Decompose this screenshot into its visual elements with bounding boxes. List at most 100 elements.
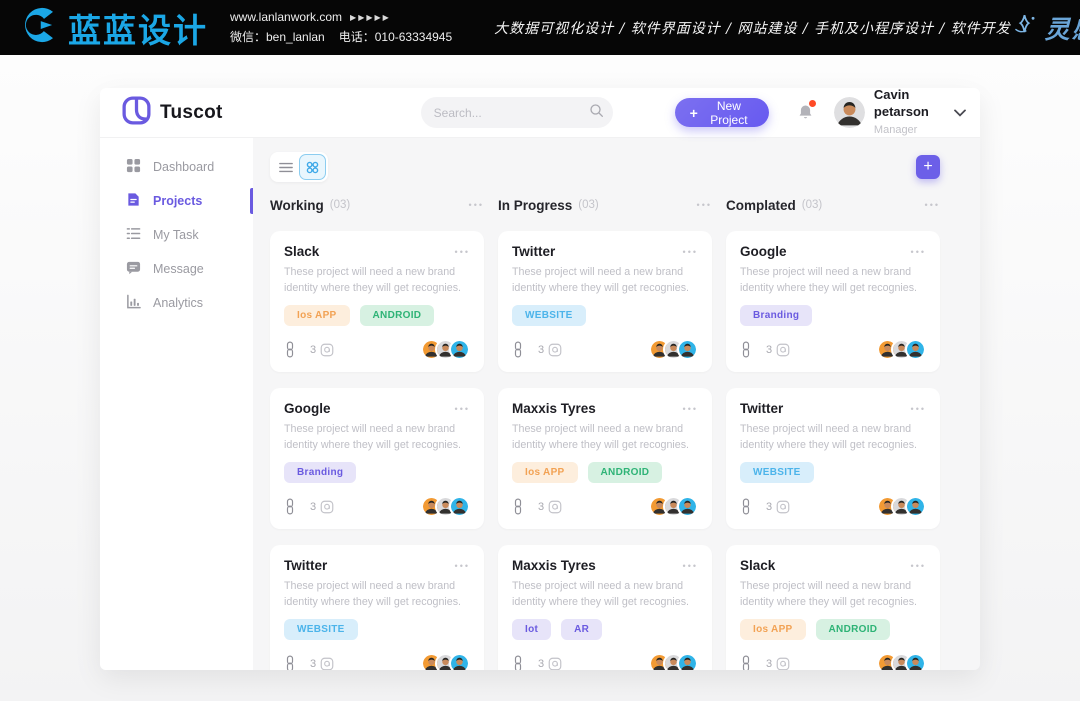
project-tag: WEBSITE xyxy=(512,305,586,326)
comments-icon xyxy=(320,657,334,670)
sidebar-item-label: Projects xyxy=(153,194,202,208)
project-tag: WEBSITE xyxy=(740,462,814,483)
column-menu-icon[interactable]: ••• xyxy=(469,200,484,210)
view-toggle xyxy=(270,152,328,182)
project-card[interactable]: Maxxis Tyres•••These project will need a… xyxy=(498,545,712,670)
user-name: Cavin petarson xyxy=(874,88,943,120)
project-tag: Ios APP xyxy=(740,619,806,640)
avatar-group xyxy=(649,339,698,360)
attachment-count: 3 xyxy=(766,658,772,670)
card-menu-icon[interactable]: ••• xyxy=(455,561,470,571)
link-icon xyxy=(512,498,524,515)
avatar-group xyxy=(649,653,698,670)
card-menu-icon[interactable]: ••• xyxy=(911,404,926,414)
attachment-count: 3 xyxy=(538,344,544,356)
project-tag: WEBSITE xyxy=(284,619,358,640)
project-card[interactable]: Twitter•••These project will need a new … xyxy=(726,388,940,529)
project-tag: Ios APP xyxy=(284,305,350,326)
search-icon xyxy=(589,103,604,123)
card-description: These project will need a new brand iden… xyxy=(740,421,922,453)
member-avatar xyxy=(449,653,470,670)
grid-view-button[interactable] xyxy=(299,154,326,180)
card-title: Slack xyxy=(740,558,775,573)
card-title: Maxxis Tyres xyxy=(512,401,596,416)
attachment-count: 3 xyxy=(538,658,544,670)
project-tag: ANDROID xyxy=(360,305,435,326)
banner-phone: 电话：010-63334945 xyxy=(339,30,452,44)
comments-icon xyxy=(320,343,334,357)
dashboard-icon xyxy=(126,158,141,176)
tag-row: Iot AR xyxy=(512,619,698,640)
member-avatar xyxy=(905,496,926,517)
card-description: These project will need a new brand iden… xyxy=(284,264,466,296)
arrows-icon: ▶▶▶▶▶ xyxy=(350,13,391,22)
project-tag: Iot xyxy=(512,619,551,640)
card-menu-icon[interactable]: ••• xyxy=(683,247,698,257)
project-card[interactable]: Twitter•••These project will need a new … xyxy=(270,545,484,670)
card-menu-icon[interactable]: ••• xyxy=(683,561,698,571)
card-footer: 3 xyxy=(740,653,926,670)
project-card[interactable]: Slack ••• These project will need a new br… xyxy=(726,545,940,670)
card-footer: 3 xyxy=(284,496,470,517)
card-menu-icon[interactable]: ••• xyxy=(911,561,926,571)
board-column: Working(03)••• Slack•••These project will… xyxy=(270,195,484,670)
project-tag: AR xyxy=(561,619,602,640)
search-bar[interactable] xyxy=(421,97,613,128)
sidebar-item-message[interactable]: Message xyxy=(100,252,253,286)
card-footer: 3 xyxy=(740,496,926,517)
analytics-icon xyxy=(126,294,141,312)
card-menu-icon[interactable]: ••• xyxy=(455,404,470,414)
notification-bell-icon[interactable] xyxy=(796,102,815,124)
card-description: These project will need a new brand iden… xyxy=(740,578,922,610)
card-title: Twitter xyxy=(512,244,555,259)
tag-row: Ios APP ANDROID xyxy=(284,305,470,326)
list-view-button[interactable] xyxy=(272,154,299,180)
link-icon xyxy=(740,498,752,515)
card-footer: 3 xyxy=(512,339,698,360)
user-role: Manager xyxy=(874,124,917,136)
add-column-button[interactable]: + xyxy=(916,155,940,179)
tag-row: Ios APPANDROID xyxy=(740,619,926,640)
project-card[interactable]: Google•••These project will need a new b… xyxy=(726,231,940,372)
column-title: In Progress xyxy=(498,198,572,213)
lanlan-logo-text: 蓝蓝设计 xyxy=(68,4,208,52)
app-header: Tuscot + New Project Cav xyxy=(100,88,980,138)
project-card[interactable]: Twitter•••These project will need a new … xyxy=(498,231,712,372)
member-avatar xyxy=(677,339,698,360)
project-card[interactable]: Slack•••These project will need a new br… xyxy=(270,231,484,372)
sidebar-item-label: Dashboard xyxy=(153,160,214,174)
column-header: Working(03)••• xyxy=(270,195,484,215)
sidebar: Dashboard Projects My Task Message Analy… xyxy=(100,138,253,670)
tag-row: WEBSITE xyxy=(512,305,698,326)
sidebar-item-my-task[interactable]: My Task xyxy=(100,218,253,252)
card-menu-icon[interactable]: ••• xyxy=(911,247,926,257)
sidebar-item-analytics[interactable]: Analytics xyxy=(100,286,253,320)
avatar-group xyxy=(877,339,926,360)
project-card[interactable]: Maxxis Tyres•••These project will need a… xyxy=(498,388,712,529)
new-project-button[interactable]: + New Project xyxy=(675,98,769,127)
project-card[interactable]: Google ••• These project will need a new b… xyxy=(270,388,484,529)
column-header: In Progress(03)••• xyxy=(498,195,712,215)
card-menu-icon[interactable]: ••• xyxy=(683,404,698,414)
lanlan-logo: 蓝蓝设计 xyxy=(18,4,208,52)
column-count: (03) xyxy=(802,199,822,211)
banner-website: www.lanlanwork.com xyxy=(230,10,342,24)
comments-icon xyxy=(776,657,790,670)
inspiration-badge: 灵感收集 xyxy=(1011,10,1080,46)
user-menu[interactable]: Cavin petarson Manager xyxy=(834,88,943,138)
column-menu-icon[interactable]: ••• xyxy=(925,200,940,210)
comments-icon xyxy=(548,500,562,514)
chevron-down-icon[interactable] xyxy=(954,109,966,117)
search-input[interactable] xyxy=(434,106,589,120)
sidebar-item-projects[interactable]: Projects xyxy=(100,184,253,218)
card-menu-icon[interactable]: ••• xyxy=(455,247,470,257)
avatar-group xyxy=(421,496,470,517)
banner-wechat: 微信：ben_lanlan xyxy=(230,30,325,44)
card-footer: 3 xyxy=(284,653,470,670)
sparkle-icon xyxy=(1011,12,1038,44)
card-title: Google xyxy=(284,401,331,416)
column-menu-icon[interactable]: ••• xyxy=(697,200,712,210)
sidebar-item-label: My Task xyxy=(153,228,199,242)
card-description: These project will need a new brand iden… xyxy=(284,421,466,453)
sidebar-item-dashboard[interactable]: Dashboard xyxy=(100,150,253,184)
